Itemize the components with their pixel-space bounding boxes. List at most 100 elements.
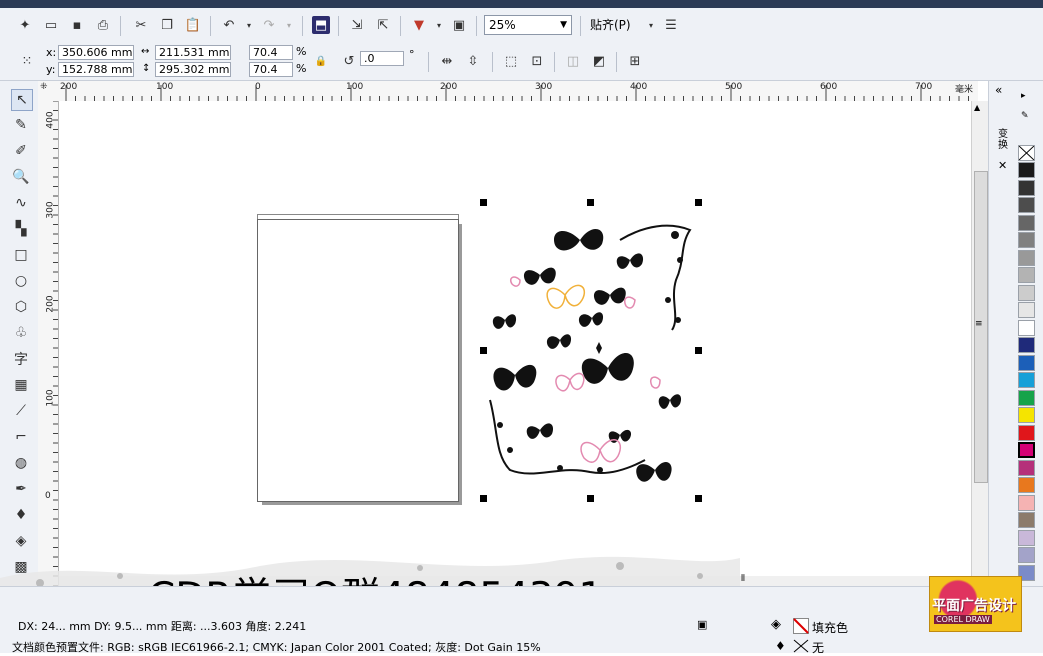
y-position-field[interactable]: 152.788 mm <box>58 62 134 77</box>
color-swatch[interactable] <box>1018 547 1035 563</box>
publish-pdf-icon[interactable]: ▼ <box>410 16 428 34</box>
selection-handle[interactable] <box>480 199 487 206</box>
lock-ratio-icon[interactable]: 🔒 <box>312 52 330 70</box>
zoom-tool-icon[interactable]: 🔍 <box>11 167 31 187</box>
color-swatch[interactable] <box>1018 214 1035 231</box>
document-color-profile[interactable]: 文档颜色预置文件: RGB: sRGB IEC61966-2.1; CMYK: … <box>12 639 541 655</box>
collapse-docker-icon[interactable]: « <box>995 83 1002 97</box>
polygon-tool-icon[interactable]: ⬡ <box>11 297 31 317</box>
width-field[interactable]: 211.531 mm <box>155 45 231 60</box>
snap-dropdown-icon[interactable]: ▾ <box>642 16 660 34</box>
color-swatch[interactable] <box>1018 267 1035 283</box>
import-icon[interactable]: ⇲ <box>348 16 366 34</box>
color-swatch[interactable] <box>1018 337 1035 353</box>
redo-icon[interactable]: ↷ <box>260 16 278 34</box>
color-swatch[interactable] <box>1018 512 1035 528</box>
break-apart-icon[interactable]: ◩ <box>590 52 608 70</box>
color-swatch[interactable] <box>1018 302 1035 318</box>
object-origin-icon[interactable]: ⁙ <box>18 52 36 70</box>
redo-dropdown-icon[interactable]: ▾ <box>280 16 298 34</box>
ellipse-tool-icon[interactable]: ○ <box>11 271 31 291</box>
ungroup-icon[interactable]: ⊡ <box>528 52 546 70</box>
color-swatch[interactable] <box>1018 354 1035 371</box>
color-swatch[interactable] <box>1018 529 1035 546</box>
color-swatch[interactable] <box>1018 232 1035 248</box>
undo-dropdown-icon[interactable]: ▾ <box>240 16 258 34</box>
transform-tab[interactable]: 变换 <box>998 129 1010 151</box>
paste-icon[interactable]: 📋 <box>184 16 202 34</box>
vertical-scrollbar[interactable]: ▲ ≡ <box>971 101 989 576</box>
zoom-level-select[interactable]: 25% ▼ <box>484 15 572 35</box>
blend-tool-icon[interactable]: ◍ <box>11 453 31 473</box>
publish-dropdown-icon[interactable]: ▾ <box>430 16 448 34</box>
butterfly-artwork[interactable] <box>480 200 702 502</box>
selection-handle[interactable] <box>695 347 702 354</box>
print-icon[interactable]: ⎙ <box>94 16 112 34</box>
search-content-icon[interactable]: ⬒ <box>312 16 330 34</box>
cut-icon[interactable]: ✂ <box>132 16 150 34</box>
align-distribute-icon[interactable]: ⊞ <box>626 52 644 70</box>
export-icon[interactable]: ⇱ <box>374 16 392 34</box>
color-swatch[interactable] <box>1018 477 1035 493</box>
color-swatch[interactable] <box>1018 284 1035 301</box>
color-swatch[interactable] <box>1018 249 1035 266</box>
rectangle-tool-icon[interactable]: □ <box>11 245 31 265</box>
color-swatch[interactable] <box>1018 162 1035 178</box>
save-icon[interactable]: ▪ <box>68 16 86 34</box>
undo-icon[interactable]: ↶ <box>220 16 238 34</box>
snap-to-button[interactable]: 贴齐(P) <box>590 16 631 34</box>
copy-icon[interactable]: ❐ <box>158 16 176 34</box>
document-page[interactable] <box>257 219 459 502</box>
crop-tool-icon[interactable]: ✐ <box>11 141 31 161</box>
color-swatch[interactable] <box>1018 442 1035 458</box>
combine-icon[interactable]: ◫ <box>564 52 582 70</box>
color-swatch[interactable] <box>1018 389 1035 406</box>
selection-handle[interactable] <box>587 199 594 206</box>
open-folder-icon[interactable]: ▭ <box>42 16 60 34</box>
selection-handle[interactable] <box>480 347 487 354</box>
scale-x-field[interactable]: 70.4 <box>249 45 293 60</box>
status-toggle-icon[interactable]: ▣ <box>697 618 707 631</box>
scroll-up-icon[interactable]: ▲ <box>974 103 980 112</box>
outline-pen-icon[interactable]: ♦ <box>11 505 31 525</box>
x-position-field[interactable]: 350.606 mm <box>58 45 134 60</box>
color-swatch[interactable] <box>1018 407 1035 423</box>
color-swatch[interactable] <box>1018 197 1035 213</box>
palette-menu-icon[interactable]: ✎ <box>1021 111 1029 121</box>
app-launcher-icon[interactable]: ▣ <box>450 16 468 34</box>
color-swatch[interactable] <box>1018 494 1035 511</box>
selection-handle[interactable] <box>587 495 594 502</box>
new-document-icon[interactable]: ✦ <box>16 16 34 34</box>
smart-fill-icon[interactable]: ▚ <box>11 219 31 239</box>
no-color-swatch[interactable] <box>1018 145 1035 161</box>
basic-shapes-icon[interactable]: ♧ <box>11 323 31 343</box>
group-icon[interactable]: ⬚ <box>502 52 520 70</box>
selection-handle[interactable] <box>695 495 702 502</box>
selection-handle[interactable] <box>480 495 487 502</box>
pick-tool-icon[interactable]: ↖ <box>11 89 33 111</box>
connector-tool-icon[interactable]: ⌐ <box>11 427 31 447</box>
height-field[interactable]: 295.302 mm <box>155 62 231 77</box>
options-icon[interactable]: ☰ <box>662 16 680 34</box>
mirror-vertical-icon[interactable]: ⇳ <box>464 52 482 70</box>
close-icon[interactable]: ✕ <box>998 159 1007 172</box>
color-swatch[interactable] <box>1018 424 1035 441</box>
scale-y-field[interactable]: 70.4 <box>249 62 293 77</box>
color-swatch[interactable] <box>1018 319 1035 336</box>
text-tool-icon[interactable]: 字 <box>11 349 31 369</box>
freehand-tool-icon[interactable]: ∿ <box>11 193 31 213</box>
eyedropper-tool-icon[interactable]: ✒ <box>11 479 31 499</box>
rotate-icon[interactable]: ↺ <box>340 52 358 70</box>
color-swatch[interactable] <box>1018 372 1035 388</box>
rotation-angle-field[interactable]: .0 <box>360 51 404 66</box>
palette-scroll-up-icon[interactable]: ▸ <box>1021 91 1026 101</box>
shape-tool-icon[interactable]: ✎ <box>11 115 31 135</box>
color-swatch[interactable] <box>1018 459 1035 476</box>
horizontal-ruler[interactable]: ⁜ 200 100 0 100 200 300 400 500 600 700 … <box>38 81 978 102</box>
dimension-tool-icon[interactable]: ⟋ <box>11 401 31 421</box>
mirror-horizontal-icon[interactable]: ⇹ <box>438 52 456 70</box>
vertical-ruler[interactable]: 400 300 200 100 0 <box>38 101 59 586</box>
selection-handle[interactable] <box>695 199 702 206</box>
table-tool-icon[interactable]: ▦ <box>11 375 31 395</box>
color-swatch[interactable] <box>1018 179 1035 196</box>
